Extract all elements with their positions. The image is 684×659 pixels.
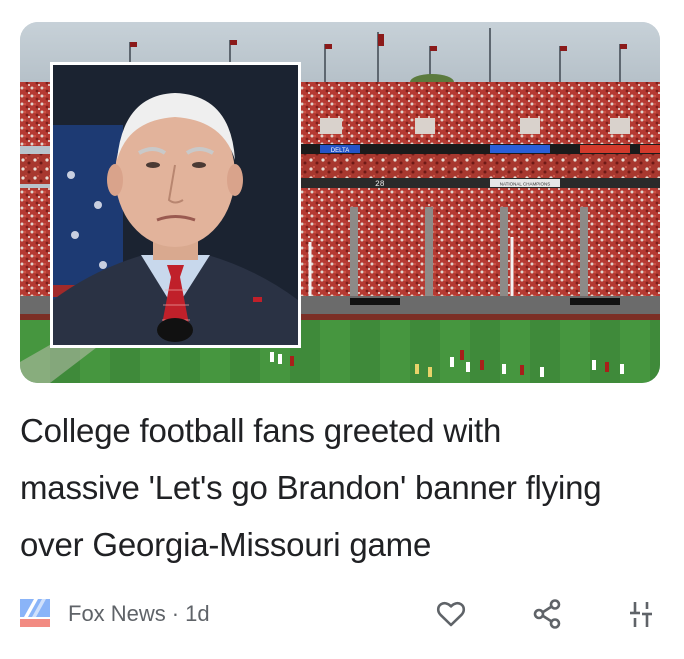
article-age: 1d (185, 601, 210, 626)
article-headline[interactable]: College football fans greeted with massi… (20, 402, 668, 573)
more-options-button[interactable] (623, 596, 659, 632)
headline-line-2: massive 'Let's go Brandon' banner flying (20, 469, 602, 506)
fox-news-logo-icon (20, 597, 50, 627)
inset-portrait (50, 62, 301, 348)
headline-line-1: College football fans greeted with (20, 412, 502, 449)
share-icon (533, 599, 561, 629)
article-footer: Fox News · 1d (20, 592, 660, 636)
source-name: Fox News (68, 601, 166, 626)
like-button[interactable] (433, 596, 469, 632)
score-sign: 28 (375, 180, 385, 189)
headline-line-3: over Georgia-Missouri game (20, 526, 432, 563)
sliders-icon (630, 602, 652, 627)
share-button[interactable] (529, 596, 565, 632)
article-image[interactable]: DELTA 28 NATIONAL CHAMPIONS (20, 22, 660, 383)
heart-outline-icon (436, 601, 466, 627)
source-attribution[interactable]: Fox News · 1d (68, 600, 210, 628)
meta-separator: · (171, 601, 180, 626)
delta-sign: DELTA (331, 148, 349, 154)
national-champions-sign: NATIONAL CHAMPIONS (500, 182, 551, 187)
biden-portrait (53, 65, 298, 345)
news-card[interactable]: DELTA 28 NATIONAL CHAMPIONS College foot… (0, 0, 684, 659)
